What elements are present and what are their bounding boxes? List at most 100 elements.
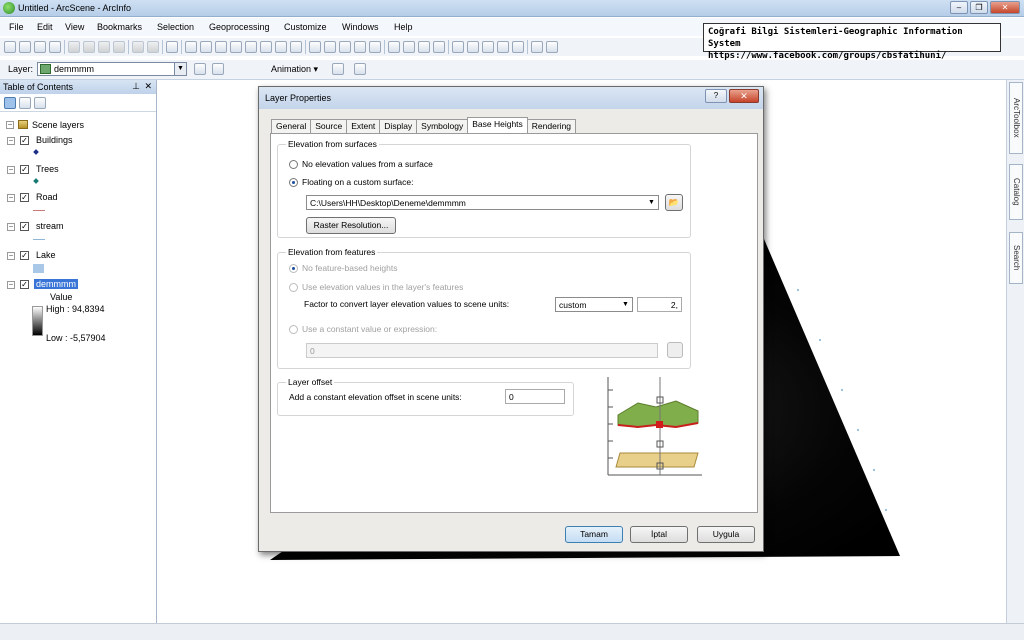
layer-visibility-checkbox[interactable]: ✓ (20, 222, 29, 231)
print-icon[interactable] (49, 41, 61, 53)
chevron-down-icon[interactable]: ▼ (174, 63, 186, 75)
html-popup-icon[interactable] (512, 41, 524, 53)
layer-visibility-checkbox[interactable]: ✓ (20, 193, 29, 202)
list-by-source-icon[interactable] (19, 97, 31, 109)
save-icon[interactable] (34, 41, 46, 53)
toc-icon[interactable] (200, 41, 212, 53)
layer-demmmm[interactable]: demmmm (34, 279, 78, 289)
set-observer-icon[interactable] (369, 41, 381, 53)
close-icon[interactable]: ✕ (144, 81, 152, 92)
open-icon[interactable] (19, 41, 31, 53)
expression-builder-button[interactable] (667, 342, 683, 358)
menu-help[interactable]: Help (394, 22, 413, 32)
copy-icon[interactable] (83, 41, 95, 53)
collapse-icon[interactable]: − (7, 252, 15, 260)
ok-button[interactable]: Tamam (565, 526, 623, 543)
pin-icon[interactable]: ⊥ (132, 81, 140, 92)
use-feature-elevation-radio[interactable] (289, 283, 298, 292)
tab-source[interactable]: Source (310, 119, 348, 133)
constant-value-radio[interactable] (289, 325, 298, 334)
minimize-button[interactable]: – (950, 1, 968, 14)
menu-file[interactable]: File (9, 22, 24, 32)
no-feature-heights-radio[interactable] (289, 264, 298, 273)
search-tab[interactable]: Search (1009, 232, 1023, 284)
collapse-icon[interactable]: − (7, 194, 15, 202)
layer-buildings[interactable]: Buildings (36, 135, 73, 145)
menu-selection[interactable]: Selection (157, 22, 194, 32)
unit-factor-select[interactable]: custom ▼ (555, 297, 633, 312)
close-button[interactable]: ✕ (990, 1, 1020, 14)
layer-trees[interactable]: Trees (36, 164, 59, 174)
collapse-icon[interactable]: − (6, 121, 14, 129)
tab-symbology[interactable]: Symbology (416, 119, 469, 133)
effects-icon[interactable] (212, 63, 224, 75)
clear-selection-icon[interactable] (467, 41, 479, 53)
help-button[interactable]: ? (705, 89, 727, 103)
layer-visibility-checkbox[interactable]: ✓ (20, 280, 29, 289)
zoom-to-target-icon[interactable] (354, 41, 366, 53)
tab-rendering[interactable]: Rendering (526, 119, 577, 133)
scene-properties-icon[interactable] (185, 41, 197, 53)
layer-visibility-checkbox[interactable]: ✓ (20, 251, 29, 260)
fly-icon[interactable] (324, 41, 336, 53)
undo-icon[interactable] (132, 41, 144, 53)
dialog-close-button[interactable]: ✕ (729, 89, 759, 103)
menu-view[interactable]: View (65, 22, 84, 32)
find-icon[interactable] (531, 41, 543, 53)
apply-button[interactable]: Uygula (697, 526, 755, 543)
no-surface-radio[interactable] (289, 160, 298, 169)
zoom-in-icon[interactable] (388, 41, 400, 53)
select-elements-icon[interactable] (482, 41, 494, 53)
animation-controls-icon[interactable] (354, 63, 366, 75)
zoom-out-icon[interactable] (403, 41, 415, 53)
list-by-drawing-order-icon[interactable] (4, 97, 16, 109)
tab-display[interactable]: Display (379, 119, 418, 133)
animation-menu[interactable]: Animation ▾ (271, 64, 318, 75)
menu-edit[interactable]: Edit (37, 22, 53, 32)
swipe-icon[interactable] (194, 63, 206, 75)
pan-icon[interactable] (418, 41, 430, 53)
select-features-icon[interactable] (452, 41, 464, 53)
identify-icon[interactable] (497, 41, 509, 53)
toolbox-icon[interactable] (245, 41, 257, 53)
offset-input[interactable]: 0 (505, 389, 565, 404)
search-window-icon[interactable] (230, 41, 242, 53)
tab-base-heights[interactable]: Base Heights (467, 117, 528, 133)
layer-lake[interactable]: Lake (36, 250, 56, 260)
list-by-visibility-icon[interactable] (34, 97, 46, 109)
menu-geoprocessing[interactable]: Geoprocessing (209, 22, 270, 32)
cancel-button[interactable]: İptal (630, 526, 688, 543)
python-icon[interactable] (260, 41, 272, 53)
model-builder-icon[interactable] (275, 41, 287, 53)
add-data-icon[interactable] (166, 41, 178, 53)
surface-path-select[interactable]: C:\Users\HH\Desktop\Deneme\demmmm ▼ (306, 195, 659, 210)
menu-windows[interactable]: Windows (342, 22, 379, 32)
paste-icon[interactable] (98, 41, 110, 53)
tab-general[interactable]: General (271, 119, 312, 133)
raster-resolution-button[interactable]: Raster Resolution... (306, 217, 396, 234)
collapse-icon[interactable]: − (7, 281, 15, 289)
layer-visibility-checkbox[interactable]: ✓ (20, 136, 29, 145)
factor-input[interactable]: 2, (637, 297, 682, 312)
constant-value-input[interactable]: 0 (306, 343, 658, 358)
catalog-tab[interactable]: Catalog (1009, 164, 1023, 220)
whats-this-icon[interactable] (290, 41, 302, 53)
collapse-icon[interactable]: − (7, 137, 15, 145)
arctoolbox-tab[interactable]: ArcToolbox (1009, 82, 1023, 154)
catalog-window-icon[interactable] (215, 41, 227, 53)
cut-icon[interactable] (68, 41, 80, 53)
capture-view-icon[interactable] (332, 63, 344, 75)
target-center-icon[interactable] (339, 41, 351, 53)
menu-bookmarks[interactable]: Bookmarks (97, 22, 142, 32)
collapse-icon[interactable]: − (7, 223, 15, 231)
navigate-icon[interactable] (309, 41, 321, 53)
redo-icon[interactable] (147, 41, 159, 53)
layer-select[interactable]: demmmm ▼ (37, 62, 187, 76)
restore-button[interactable]: ❐ (970, 1, 988, 14)
layer-visibility-checkbox[interactable]: ✓ (20, 165, 29, 174)
menu-customize[interactable]: Customize (284, 22, 327, 32)
layer-stream[interactable]: stream (36, 221, 64, 231)
delete-icon[interactable] (113, 41, 125, 53)
floating-surface-radio[interactable] (289, 178, 298, 187)
collapse-icon[interactable]: − (7, 166, 15, 174)
